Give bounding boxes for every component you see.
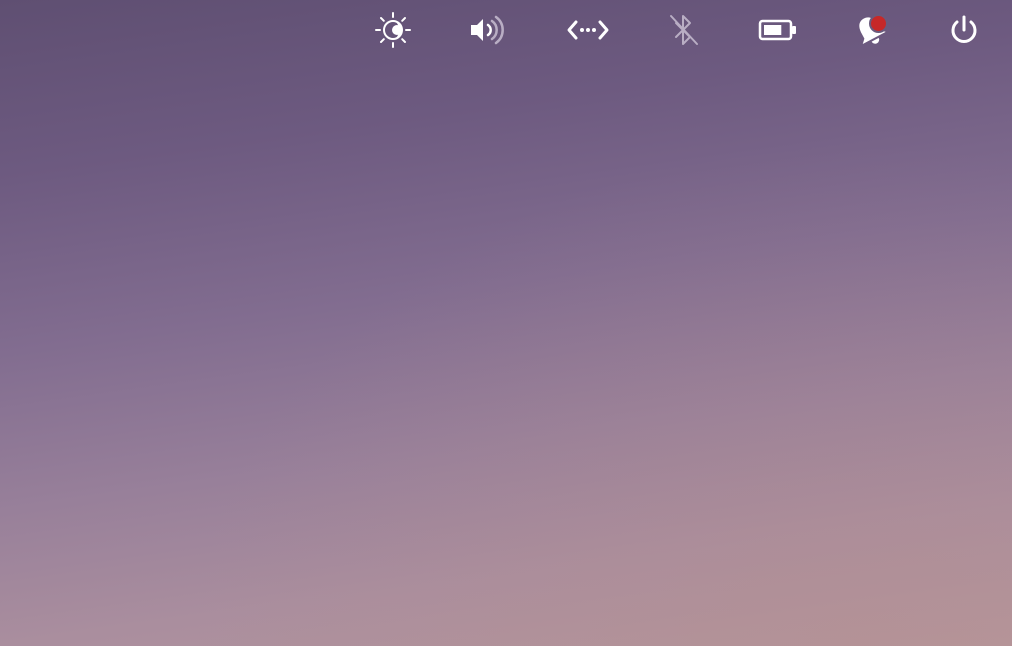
brightness-indicator[interactable]	[373, 10, 413, 50]
network-wired-icon	[567, 20, 609, 40]
battery-icon	[758, 19, 796, 41]
brightness-icon	[375, 12, 411, 48]
session-indicator[interactable]	[944, 10, 984, 50]
bluetooth-disabled-icon	[670, 15, 698, 45]
sound-indicator[interactable]	[468, 10, 508, 50]
bluetooth-indicator[interactable]	[663, 10, 703, 50]
power-icon	[951, 15, 977, 43]
notification-unread-badge	[869, 14, 888, 33]
notifications-indicator[interactable]	[850, 10, 890, 50]
volume-high-icon	[471, 15, 504, 45]
battery-indicator[interactable]	[758, 10, 798, 50]
top-panel	[0, 0, 1012, 60]
battery-level-fill	[764, 25, 782, 35]
desktop-wallpaper	[0, 0, 1012, 646]
network-indicator[interactable]	[567, 10, 609, 50]
